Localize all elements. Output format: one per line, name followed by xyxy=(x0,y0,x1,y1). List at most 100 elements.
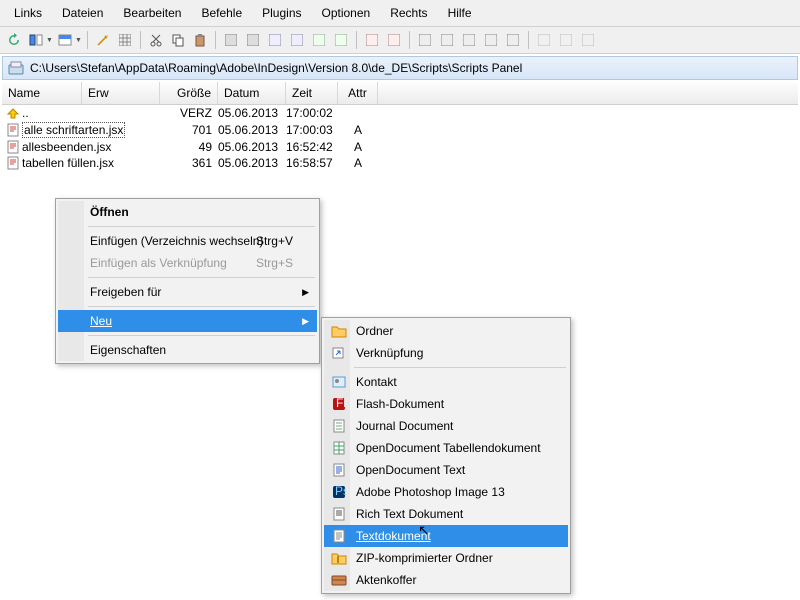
submenu-label: Flash-Dokument xyxy=(356,397,444,411)
file-icon xyxy=(6,140,20,154)
refresh-icon[interactable] xyxy=(4,30,24,50)
submenu-label: Kontakt xyxy=(356,375,397,389)
table-row[interactable]: allesbeenden.jsx4905.06.201316:52:42A xyxy=(2,139,798,155)
tool3-icon[interactable] xyxy=(265,30,285,50)
menu-plugins[interactable]: Plugins xyxy=(252,2,311,24)
tool7-icon[interactable] xyxy=(362,30,382,50)
file-name: allesbeenden.jsx xyxy=(22,140,111,154)
table-row[interactable]: ..VERZ05.06.201317:00:02 xyxy=(2,105,798,121)
new-brief[interactable]: Aktenkoffer xyxy=(324,569,568,591)
cell-datum: 05.06.2013 xyxy=(218,156,286,170)
brief-icon xyxy=(330,572,348,588)
new-zip[interactable]: ZIP-komprimierter Ordner xyxy=(324,547,568,569)
cell-datum: 05.06.2013 xyxy=(218,140,286,154)
file-icon xyxy=(6,156,20,170)
cell-zeit: 17:00:02 xyxy=(286,106,338,120)
file-icon xyxy=(6,106,20,120)
menu-rechts[interactable]: Rechts xyxy=(380,2,437,24)
new-link[interactable]: Verknüpfung xyxy=(324,342,568,364)
path-text: C:\Users\Stefan\AppData\Roaming\Adobe\In… xyxy=(30,61,522,75)
table-row[interactable]: tabellen füllen.jsx 36105.06.201316:58:57… xyxy=(2,155,798,171)
tool16-icon[interactable] xyxy=(578,30,598,50)
new-txt[interactable]: Textdokument xyxy=(324,525,568,547)
new-contact[interactable]: Kontakt xyxy=(324,371,568,393)
tool4-icon[interactable] xyxy=(287,30,307,50)
header-attr[interactable]: Attr xyxy=(338,82,378,104)
mode-b-icon[interactable] xyxy=(55,30,75,50)
submenu-label: OpenDocument Tabellendokument xyxy=(356,441,541,455)
path-bar[interactable]: C:\Users\Stefan\AppData\Roaming\Adobe\In… xyxy=(2,56,798,80)
file-name: .. xyxy=(22,106,29,120)
tool9-icon[interactable] xyxy=(415,30,435,50)
svg-text:Fl: Fl xyxy=(336,397,346,410)
odt-icon xyxy=(330,462,348,478)
cell-zeit: 16:52:42 xyxy=(286,140,338,154)
tool2-icon[interactable] xyxy=(243,30,263,50)
table-row[interactable]: alle schriftarten.jsx70105.06.201317:00:… xyxy=(2,121,798,139)
cell-groesse: 361 xyxy=(160,156,218,170)
ctx-paste-link: Einfügen als VerknüpfungStrg+S xyxy=(58,252,317,274)
new-ods[interactable]: OpenDocument Tabellendokument xyxy=(324,437,568,459)
tool1-icon[interactable] xyxy=(221,30,241,50)
cell-attr: A xyxy=(338,140,378,154)
new-journal[interactable]: Journal Document xyxy=(324,415,568,437)
tool13-icon[interactable] xyxy=(503,30,523,50)
wand-icon[interactable] xyxy=(93,30,113,50)
copy-icon[interactable] xyxy=(168,30,188,50)
ctx-properties[interactable]: Eigenschaften xyxy=(58,339,317,361)
flash-icon: Fl xyxy=(330,396,348,412)
column-headers[interactable]: Name Erw Größe Datum Zeit Attr xyxy=(2,82,798,105)
contact-icon xyxy=(330,374,348,390)
file-name: alle schriftarten.jsx xyxy=(22,122,125,138)
cell-zeit: 17:00:03 xyxy=(286,123,338,137)
tool10-icon[interactable] xyxy=(437,30,457,50)
ctx-paste[interactable]: Einfügen (Verzeichnis wechseln)Strg+V xyxy=(58,230,317,252)
tool5-icon[interactable] xyxy=(309,30,329,50)
menu-dateien[interactable]: Dateien xyxy=(52,2,113,24)
submenu-label: Rich Text Dokument xyxy=(356,507,463,521)
menu-befehle[interactable]: Befehle xyxy=(191,2,252,24)
cell-groesse: 701 xyxy=(160,123,218,137)
header-zeit[interactable]: Zeit xyxy=(286,82,338,104)
header-name[interactable]: Name xyxy=(2,82,82,104)
tool8-icon[interactable] xyxy=(384,30,404,50)
new-flash[interactable]: Fl Flash-Dokument xyxy=(324,393,568,415)
new-odt[interactable]: OpenDocument Text xyxy=(324,459,568,481)
tool12-icon[interactable] xyxy=(481,30,501,50)
zip-icon xyxy=(330,550,348,566)
paste-icon[interactable] xyxy=(190,30,210,50)
menu-links[interactable]: Links xyxy=(4,2,52,24)
tool15-icon[interactable] xyxy=(556,30,576,50)
mode-a-icon[interactable] xyxy=(26,30,46,50)
submenu-label: OpenDocument Text xyxy=(356,463,465,477)
rtf-icon xyxy=(330,506,348,522)
submenu-label: ZIP-komprimierter Ordner xyxy=(356,551,493,565)
tool11-icon[interactable] xyxy=(459,30,479,50)
tool14-icon[interactable] xyxy=(534,30,554,50)
new-folder[interactable]: Ordner xyxy=(324,320,568,342)
drive-icon xyxy=(8,60,24,76)
ctx-share[interactable]: Freigeben für▶ xyxy=(58,281,317,303)
menu-optionen[interactable]: Optionen xyxy=(312,2,381,24)
grid-icon[interactable] xyxy=(115,30,135,50)
cell-zeit: 16:58:57 xyxy=(286,156,338,170)
new-ps[interactable]: PsAdobe Photoshop Image 13 xyxy=(324,481,568,503)
tool6-icon[interactable] xyxy=(331,30,351,50)
cell-attr: A xyxy=(338,156,378,170)
menu-bearbeiten[interactable]: Bearbeiten xyxy=(113,2,191,24)
ctx-new[interactable]: Neu▶ xyxy=(58,310,317,332)
header-erw[interactable]: Erw xyxy=(82,82,160,104)
cut-icon[interactable] xyxy=(146,30,166,50)
submenu-label: Verknüpfung xyxy=(356,346,423,360)
file-name: tabellen füllen.jsx xyxy=(22,156,114,170)
context-menu: Öffnen Einfügen (Verzeichnis wechseln)St… xyxy=(55,198,320,364)
header-datum[interactable]: Datum xyxy=(218,82,286,104)
header-groesse[interactable]: Größe xyxy=(160,82,218,104)
submenu-label: Adobe Photoshop Image 13 xyxy=(356,485,505,499)
menu-hilfe[interactable]: Hilfe xyxy=(438,2,482,24)
new-rtf[interactable]: Rich Text Dokument xyxy=(324,503,568,525)
toolbar: ▼ ▼ xyxy=(0,27,800,54)
cell-groesse: VERZ xyxy=(160,106,218,120)
file-icon xyxy=(6,123,20,137)
ctx-open[interactable]: Öffnen xyxy=(58,201,317,223)
